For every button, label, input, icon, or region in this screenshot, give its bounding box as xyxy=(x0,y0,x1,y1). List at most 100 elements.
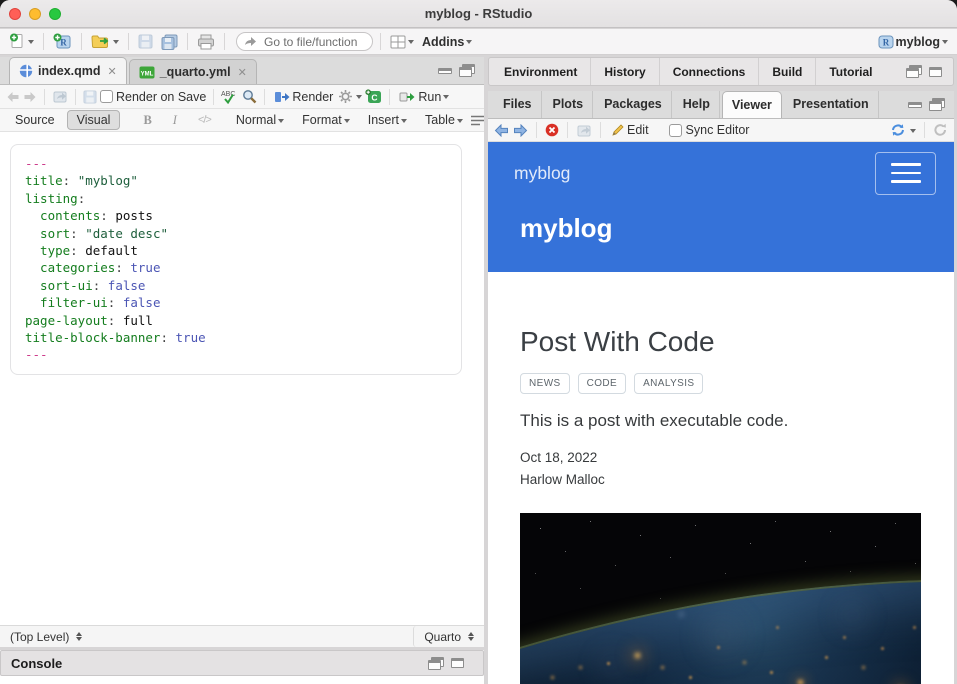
outline-icon[interactable] xyxy=(471,115,484,126)
find-replace-icon[interactable] xyxy=(242,89,257,104)
code-line: filter-ui: false xyxy=(25,294,447,311)
maximize-pane-icon[interactable] xyxy=(459,64,475,77)
render-on-save-label: Render on Save xyxy=(116,90,206,104)
save-button[interactable] xyxy=(136,33,155,50)
paragraph-style-label: Normal xyxy=(236,113,276,127)
render-button[interactable]: Render xyxy=(272,89,335,105)
sync-editor-checkbox[interactable] xyxy=(669,124,682,137)
open-file-button[interactable] xyxy=(89,33,121,50)
tab-label: Files xyxy=(503,97,532,111)
scope-selector[interactable]: (Top Level) xyxy=(8,628,84,645)
open-file-caret-icon xyxy=(113,40,119,47)
tab-help[interactable]: Help xyxy=(674,91,720,118)
blog-header-banner: myblog myblog xyxy=(488,142,954,272)
new-file-button[interactable] xyxy=(7,32,36,51)
console-restore-icon[interactable] xyxy=(428,657,444,670)
render-settings-caret-icon[interactable] xyxy=(356,95,362,102)
env-maximize-icon[interactable] xyxy=(929,67,942,77)
post-date: Oct 18, 2022 xyxy=(520,450,918,465)
table-menu[interactable]: Table xyxy=(423,112,465,128)
project-r-icon: R xyxy=(878,35,894,49)
badge-analysis[interactable]: ANALYSIS xyxy=(634,373,703,394)
spellcheck-icon[interactable]: ABC xyxy=(221,89,239,104)
tab-packages[interactable]: Packages xyxy=(595,91,672,118)
console-panel: Console xyxy=(0,650,484,684)
goto-file-input[interactable] xyxy=(262,34,365,50)
viewer-maximize-icon[interactable] xyxy=(929,98,945,111)
sync-caret-icon[interactable] xyxy=(910,129,916,136)
close-tab-icon[interactable]: ✕ xyxy=(238,66,247,79)
panes-layout-button[interactable] xyxy=(388,34,416,50)
format-menu[interactable]: Format xyxy=(300,112,352,128)
tab-label: Plots xyxy=(553,97,584,111)
new-project-button[interactable]: R xyxy=(51,32,74,51)
earth-image xyxy=(520,579,921,684)
environment-tab-bar: Environment History Connections Build Tu… xyxy=(488,57,954,86)
insert-chunk-icon[interactable]: C xyxy=(365,89,382,104)
edit-button[interactable]: Edit xyxy=(609,122,651,138)
refresh-icon[interactable] xyxy=(933,123,948,137)
tab-quarto-yml[interactable]: YML _quarto.yml ✕ xyxy=(129,59,257,84)
source-editor-pane: index.qmd ✕ YML _quarto.yml ✕ xyxy=(0,57,484,647)
env-restore-icon[interactable] xyxy=(906,65,922,78)
hamburger-menu-button[interactable] xyxy=(875,152,936,195)
tab-index-qmd[interactable]: index.qmd ✕ xyxy=(9,57,127,84)
yaml-source-block[interactable]: ---title: "myblog"listing: contents: pos… xyxy=(10,144,462,375)
save-doc-icon[interactable] xyxy=(83,90,97,104)
insert-menu[interactable]: Insert xyxy=(366,112,409,128)
tab-presentation[interactable]: Presentation xyxy=(784,91,879,118)
project-menu[interactable]: R myblog xyxy=(876,34,950,50)
run-icon xyxy=(399,91,416,103)
tab-plots[interactable]: Plots xyxy=(544,91,594,118)
viewer-popout-icon[interactable] xyxy=(576,124,592,137)
badge-code[interactable]: CODE xyxy=(578,373,627,394)
paragraph-style-menu[interactable]: Normal xyxy=(234,112,286,128)
goto-file-search[interactable] xyxy=(236,32,373,51)
edit-label: Edit xyxy=(627,123,649,137)
viewer-minimize-icon[interactable] xyxy=(908,102,922,108)
language-mode-selector[interactable]: Quarto xyxy=(413,626,476,647)
stop-icon[interactable] xyxy=(545,123,559,137)
tab-files[interactable]: Files xyxy=(494,91,542,118)
viewer-back-icon[interactable] xyxy=(494,124,509,137)
tab-build[interactable]: Build xyxy=(759,58,816,85)
badge-news[interactable]: NEWS xyxy=(520,373,570,394)
print-button[interactable] xyxy=(195,33,217,51)
viewer-forward-icon[interactable] xyxy=(513,124,528,137)
panes-layout-caret-icon xyxy=(408,40,414,47)
code-line: type: default xyxy=(25,242,447,259)
visual-mode-button[interactable]: Visual xyxy=(67,110,121,130)
blog-banner-title: myblog xyxy=(488,213,954,244)
tab-viewer[interactable]: Viewer xyxy=(722,91,782,118)
italic-button[interactable]: I xyxy=(164,111,186,130)
save-all-button[interactable] xyxy=(159,33,180,51)
sync-icon[interactable] xyxy=(890,123,906,137)
forward-icon[interactable] xyxy=(23,91,37,103)
hamburger-bar xyxy=(891,163,921,166)
visual-editor-body[interactable]: ---title: "myblog"listing: contents: pos… xyxy=(0,132,484,625)
blog-navbar-title[interactable]: myblog xyxy=(514,163,570,184)
back-icon[interactable] xyxy=(6,91,20,103)
save-icon xyxy=(138,34,153,49)
language-mode-label: Quarto xyxy=(424,630,461,644)
code-button[interactable]: </> xyxy=(189,112,220,128)
tab-history[interactable]: History xyxy=(591,58,659,85)
svg-text:R: R xyxy=(882,37,889,47)
post-hero-image xyxy=(520,513,921,684)
tab-tutorial[interactable]: Tutorial xyxy=(816,58,885,85)
addins-menu[interactable]: Addins xyxy=(420,34,474,50)
tab-environment[interactable]: Environment xyxy=(491,58,591,85)
bold-button[interactable]: B xyxy=(134,111,160,130)
console-maximize-icon[interactable] xyxy=(451,658,464,668)
run-button[interactable]: Run xyxy=(397,89,451,105)
render-settings-gear-icon[interactable] xyxy=(338,89,353,104)
open-in-new-window-icon[interactable] xyxy=(52,90,68,103)
console-header[interactable]: Console xyxy=(0,650,484,676)
close-tab-icon[interactable]: ✕ xyxy=(108,65,117,78)
table-menu-label: Table xyxy=(425,113,455,127)
source-mode-button[interactable]: Source xyxy=(6,111,64,129)
render-on-save-checkbox[interactable] xyxy=(100,90,113,103)
tab-connections[interactable]: Connections xyxy=(660,58,760,85)
minimize-pane-icon[interactable] xyxy=(438,68,452,74)
new-file-icon xyxy=(9,33,26,50)
